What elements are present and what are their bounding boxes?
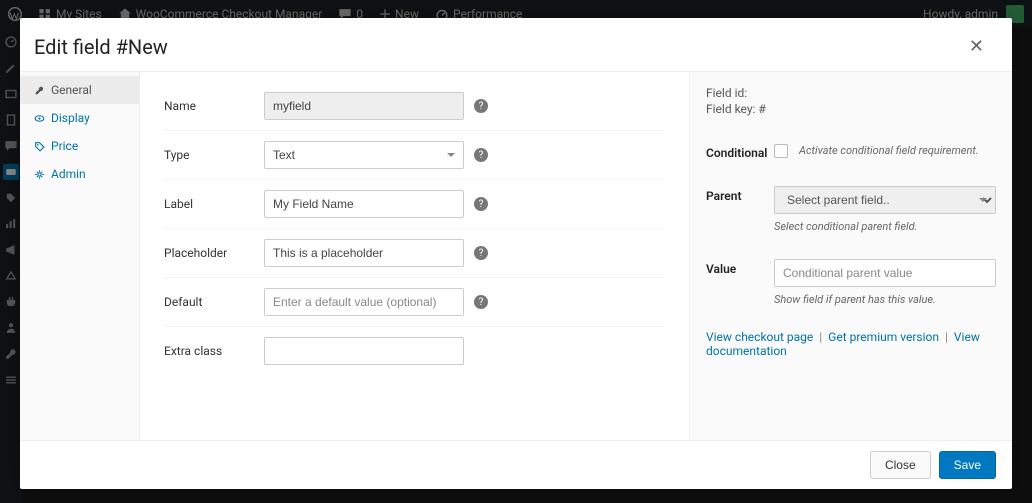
conditional-checkbox[interactable] xyxy=(774,144,788,158)
tab-admin[interactable]: Admin xyxy=(20,160,139,188)
parent-hint: Select conditional parent field. xyxy=(774,220,996,233)
type-label: Type xyxy=(164,148,264,162)
placeholder-input[interactable] xyxy=(264,239,464,267)
close-button[interactable]: Close xyxy=(870,451,931,479)
conditional-label: Conditional xyxy=(706,143,762,160)
modal-close-button[interactable]: ✕ xyxy=(961,32,992,61)
modal-side-panel: Field id: Field key: # Conditional Activ… xyxy=(690,72,1012,440)
label-input[interactable] xyxy=(264,190,464,218)
tab-display-label: Display xyxy=(51,111,90,125)
value-hint: Show field if parent has this value. xyxy=(774,293,996,306)
tab-display[interactable]: Display xyxy=(20,104,139,132)
name-label: Name xyxy=(164,99,264,113)
type-select[interactable]: Text xyxy=(264,141,464,169)
help-icon[interactable]: ? xyxy=(474,148,488,162)
get-premium-link[interactable]: Get premium version xyxy=(828,330,939,344)
save-button[interactable]: Save xyxy=(939,451,996,479)
placeholder-label: Placeholder xyxy=(164,246,264,260)
modal-center-panel: Name ? Type Text ? Label ? Placeholder xyxy=(140,72,690,440)
tab-price[interactable]: Price xyxy=(20,132,139,160)
tab-price-label: Price xyxy=(51,139,78,153)
value-label: Value xyxy=(706,259,762,276)
default-input[interactable] xyxy=(264,288,464,316)
wrench-icon xyxy=(34,85,45,96)
tab-general-label: General xyxy=(51,83,92,97)
help-icon[interactable]: ? xyxy=(474,295,488,309)
extra-class-input[interactable] xyxy=(264,337,464,365)
eye-icon xyxy=(34,113,45,124)
gear-icon xyxy=(34,169,45,180)
close-icon: ✕ xyxy=(969,36,984,56)
default-label: Default xyxy=(164,295,264,309)
tab-general[interactable]: General xyxy=(20,76,139,104)
label-field-label: Label xyxy=(164,197,264,211)
name-input xyxy=(264,92,464,120)
extra-class-label: Extra class xyxy=(164,344,264,358)
tag-icon xyxy=(34,141,45,152)
field-key-label: Field key: # xyxy=(706,102,996,118)
parent-select[interactable]: Select parent field.. xyxy=(774,186,996,214)
side-links: View checkout page | Get premium version… xyxy=(706,330,996,358)
value-input[interactable] xyxy=(774,259,996,287)
tab-admin-label: Admin xyxy=(51,167,86,181)
conditional-desc: Activate conditional field requirement. xyxy=(799,144,979,157)
modal-tabs: General Display Price Admin xyxy=(20,72,140,440)
modal-title: Edit field #New xyxy=(34,35,168,59)
field-id-label: Field id: xyxy=(706,86,996,102)
help-icon[interactable]: ? xyxy=(474,197,488,211)
edit-field-modal: Edit field #New ✕ General Display Price … xyxy=(20,18,1012,489)
parent-label: Parent xyxy=(706,186,762,203)
help-icon[interactable]: ? xyxy=(474,99,488,113)
help-icon[interactable]: ? xyxy=(474,246,488,260)
modal-footer: Close Save xyxy=(20,441,1012,489)
view-checkout-link[interactable]: View checkout page xyxy=(706,330,813,344)
